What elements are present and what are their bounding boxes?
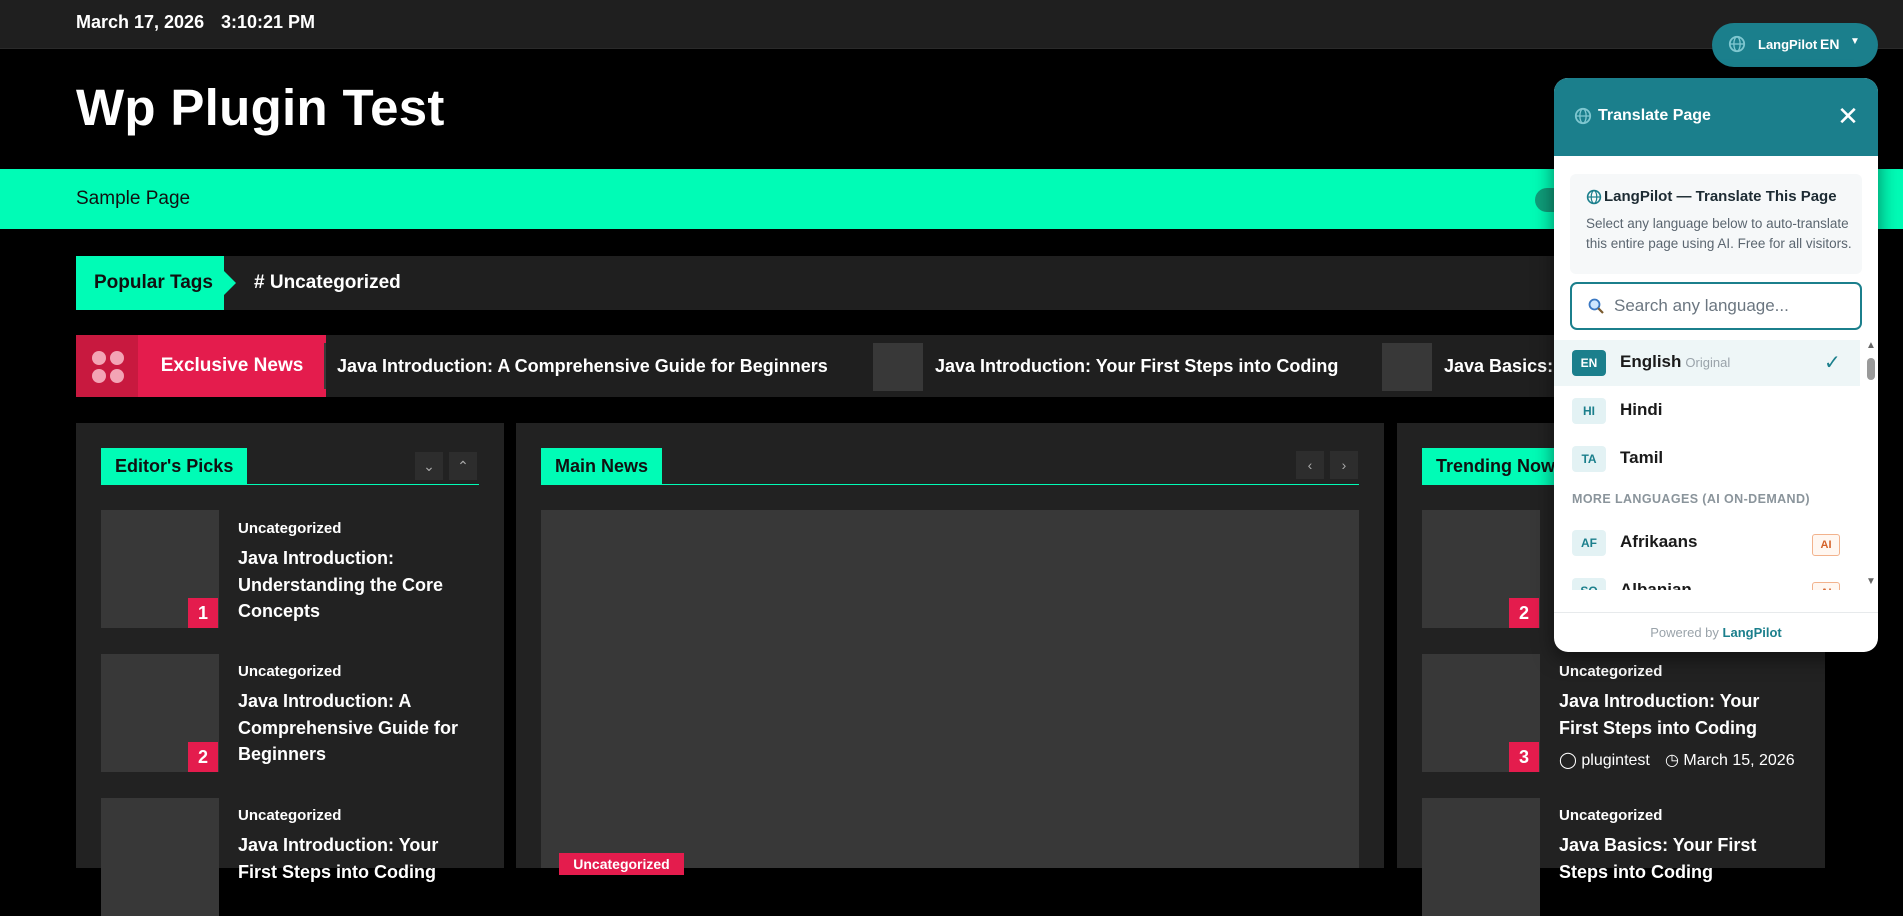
post-category[interactable]: Uncategorized bbox=[238, 520, 341, 537]
main-news-header: Main News bbox=[541, 448, 1359, 485]
language-list: EN English Original ✓ HI Hindi TA Tamil M… bbox=[1554, 340, 1864, 590]
langpilot-link[interactable]: LangPilot bbox=[1723, 625, 1782, 640]
language-search-input[interactable] bbox=[1612, 294, 1846, 318]
trending-title: Trending Now bbox=[1422, 448, 1569, 484]
exclusive-news-label: Exclusive News bbox=[138, 335, 326, 397]
current-time: 3:10:21 PM bbox=[221, 12, 316, 32]
langpilot-brand: LangPilot bbox=[1758, 37, 1818, 52]
category-badge[interactable]: Uncategorized bbox=[559, 853, 684, 875]
ai-badge: AI bbox=[1812, 534, 1840, 556]
ai-badge: AI bbox=[1812, 582, 1840, 590]
close-icon[interactable]: ✕ bbox=[1834, 102, 1862, 130]
translate-panel: Translate Page ✕ LangPilot — Translate T… bbox=[1554, 78, 1878, 652]
editors-picks-title: Editor's Picks bbox=[101, 448, 248, 484]
tag-link[interactable]: # Uncategorized bbox=[254, 256, 401, 310]
site-title[interactable]: Wp Plugin Test bbox=[76, 78, 445, 137]
post-category[interactable]: Uncategorized bbox=[238, 663, 341, 680]
post-thumbnail[interactable] bbox=[1422, 798, 1540, 916]
post-date: ◷ March 15, 2026 bbox=[1665, 750, 1795, 770]
caret-down-icon: ▼ bbox=[1850, 36, 1860, 47]
post-title[interactable]: Java Introduction: Your First Steps into… bbox=[238, 832, 468, 885]
top-bar: March 17, 2026 3:10:21 PM bbox=[0, 0, 1903, 49]
main-news-title: Main News bbox=[541, 448, 663, 484]
search-icon bbox=[1588, 298, 1604, 314]
post-title[interactable]: Java Introduction: Your First Steps into… bbox=[1559, 688, 1789, 741]
language-search[interactable] bbox=[1570, 282, 1862, 330]
language-option-afrikaans[interactable]: AF Afrikaans AI bbox=[1554, 520, 1860, 566]
more-languages-label: MORE LANGUAGES (AI ON-DEMAND) bbox=[1572, 492, 1810, 506]
chevron-left-icon[interactable]: ‹ bbox=[1296, 451, 1324, 479]
info-description: Select any language below to auto-transl… bbox=[1586, 216, 1852, 251]
main-news-image[interactable] bbox=[541, 510, 1359, 868]
rank-badge: 2 bbox=[188, 742, 218, 772]
ticker-item[interactable]: Java Introduction: Your First Steps into… bbox=[935, 335, 1338, 397]
user-icon: ◯ bbox=[1559, 752, 1577, 769]
post-title[interactable]: Java Introduction: Understanding the Cor… bbox=[238, 545, 468, 625]
post-category[interactable]: Uncategorized bbox=[1559, 663, 1662, 680]
post-title[interactable]: Java Introduction: A Comprehensive Guide… bbox=[238, 688, 468, 768]
ticker-thumbnail[interactable] bbox=[873, 343, 923, 391]
globe-icon bbox=[1728, 35, 1746, 53]
post-thumbnail[interactable] bbox=[101, 798, 219, 916]
post-category[interactable]: Uncategorized bbox=[238, 807, 341, 824]
original-label: Original bbox=[1685, 355, 1731, 370]
ticker-thumbnail[interactable] bbox=[1382, 343, 1432, 391]
language-code-badge: AF bbox=[1572, 530, 1606, 556]
language-code-badge: EN bbox=[1572, 350, 1606, 376]
language-code-badge: TA bbox=[1572, 446, 1606, 472]
rank-badge: 2 bbox=[1509, 598, 1539, 628]
post-title[interactable]: Java Basics: Your First Steps into Codin… bbox=[1559, 832, 1789, 885]
scrollbar-thumb[interactable] bbox=[1867, 358, 1875, 380]
language-option-hindi[interactable]: HI Hindi bbox=[1554, 388, 1860, 434]
post-author[interactable]: ◯ plugintest bbox=[1559, 750, 1650, 770]
scroll-down-icon[interactable]: ▼ bbox=[1866, 576, 1876, 587]
nav-item-sample-page[interactable]: Sample Page bbox=[76, 188, 190, 210]
langpilot-language-button[interactable]: LangPilot EN ▼ bbox=[1712, 23, 1878, 67]
language-option-english[interactable]: EN English Original ✓ bbox=[1554, 340, 1860, 386]
translate-panel-header: Translate Page ✕ bbox=[1554, 78, 1878, 156]
language-name: Afrikaans bbox=[1620, 532, 1698, 551]
chevron-right-icon[interactable]: › bbox=[1330, 451, 1358, 479]
popular-tags-label: Popular Tags bbox=[76, 256, 236, 310]
language-name: English Original bbox=[1620, 352, 1731, 371]
powered-by-footer: Powered by LangPilot bbox=[1554, 612, 1878, 652]
checkmark-icon: ✓ bbox=[1824, 352, 1841, 374]
translate-info-box: LangPilot — Translate This Page Select a… bbox=[1570, 174, 1862, 274]
date-text: March 15, 2026 bbox=[1683, 752, 1795, 769]
globe-icon bbox=[1574, 107, 1592, 125]
rank-badge: 3 bbox=[1509, 742, 1539, 772]
current-date: March 17, 2026 bbox=[76, 12, 205, 32]
language-name: Hindi bbox=[1620, 400, 1663, 419]
language-option-tamil[interactable]: TA Tamil bbox=[1554, 436, 1860, 482]
post-category[interactable]: Uncategorized bbox=[1559, 807, 1662, 824]
language-code-badge: SQ bbox=[1572, 578, 1606, 590]
current-language-code: EN bbox=[1820, 36, 1840, 52]
ticker-item[interactable]: Java Introduction: A Comprehensive Guide… bbox=[337, 335, 828, 397]
language-list-scrollbar[interactable]: ▲ ▼ bbox=[1864, 340, 1878, 590]
author-name[interactable]: plugintest bbox=[1581, 752, 1650, 769]
language-option-albanian[interactable]: SQ Albanian AI bbox=[1554, 568, 1860, 590]
language-name: Albanian bbox=[1620, 580, 1692, 590]
globe-icon bbox=[1586, 189, 1602, 205]
scroll-up-icon[interactable]: ▲ bbox=[1866, 340, 1876, 351]
language-code-badge: HI bbox=[1572, 398, 1606, 424]
chevron-down-icon[interactable]: ⌄ bbox=[415, 452, 443, 480]
chevron-up-icon[interactable]: ⌃ bbox=[449, 452, 477, 480]
divider bbox=[324, 343, 326, 389]
powered-by-text: Powered by bbox=[1650, 625, 1719, 640]
translate-panel-title: Translate Page bbox=[1598, 107, 1711, 124]
language-name: Tamil bbox=[1620, 448, 1664, 467]
clock-icon: ◷ bbox=[1665, 752, 1679, 769]
ticker-item[interactable]: Java Basics: Y bbox=[1444, 335, 1570, 397]
grid-dots-icon bbox=[76, 335, 138, 397]
rank-badge: 1 bbox=[188, 598, 218, 628]
info-title: LangPilot — Translate This Page bbox=[1604, 188, 1837, 205]
